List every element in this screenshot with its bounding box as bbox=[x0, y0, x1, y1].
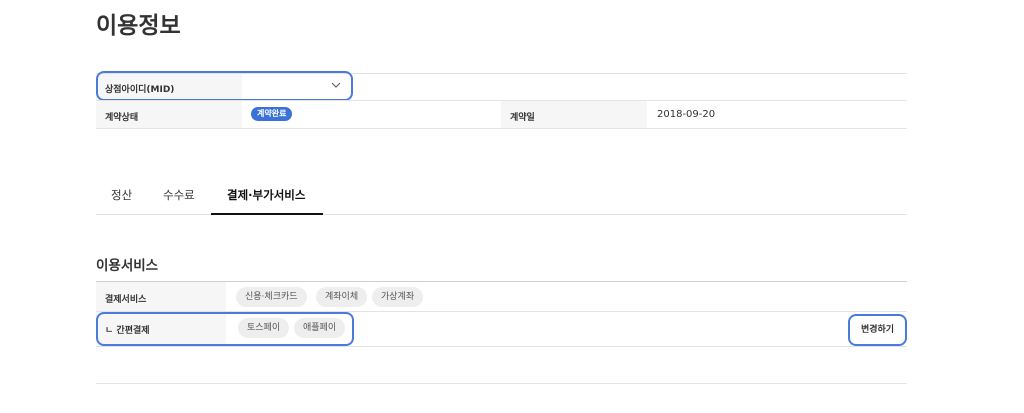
tab-settlement[interactable]: 정산 bbox=[111, 187, 132, 215]
contract-status-badge: 계약완료 bbox=[251, 107, 293, 121]
tab-fee[interactable]: 수수료 bbox=[163, 187, 195, 215]
chip-apple-pay: 애플페이 bbox=[294, 318, 346, 338]
contract-date-value: 2018-09-20 bbox=[657, 109, 716, 120]
active-tab-indicator bbox=[211, 213, 323, 215]
page-bottom-divider bbox=[96, 383, 907, 384]
chevron-down-icon bbox=[331, 82, 341, 88]
chip-card: 신용·체크카드 bbox=[236, 287, 307, 307]
services-bottom-border bbox=[96, 346, 907, 347]
tab-payment-services[interactable]: 결제·부가서비스 bbox=[227, 187, 305, 215]
page-title: 이용정보 bbox=[96, 13, 181, 39]
contract-status-label: 계약상태 bbox=[105, 113, 139, 123]
chip-bank-transfer: 계좌이체 bbox=[316, 287, 368, 307]
change-button[interactable]: 변경하기 bbox=[852, 319, 903, 341]
payment-service-label: 결제서비스 bbox=[105, 295, 147, 305]
easy-pay-label: ㄴ 간편결제 bbox=[105, 326, 150, 336]
chip-toss-pay: 토스페이 bbox=[238, 318, 290, 338]
contract-date-label: 계약일 bbox=[510, 113, 535, 123]
mid-select[interactable] bbox=[242, 76, 350, 98]
table-bottom-border bbox=[96, 128, 907, 129]
services-title: 이용서비스 bbox=[96, 258, 159, 274]
chip-virtual-account: 가상계좌 bbox=[372, 287, 424, 307]
mid-label: 상점아이디(MID) bbox=[105, 85, 175, 95]
